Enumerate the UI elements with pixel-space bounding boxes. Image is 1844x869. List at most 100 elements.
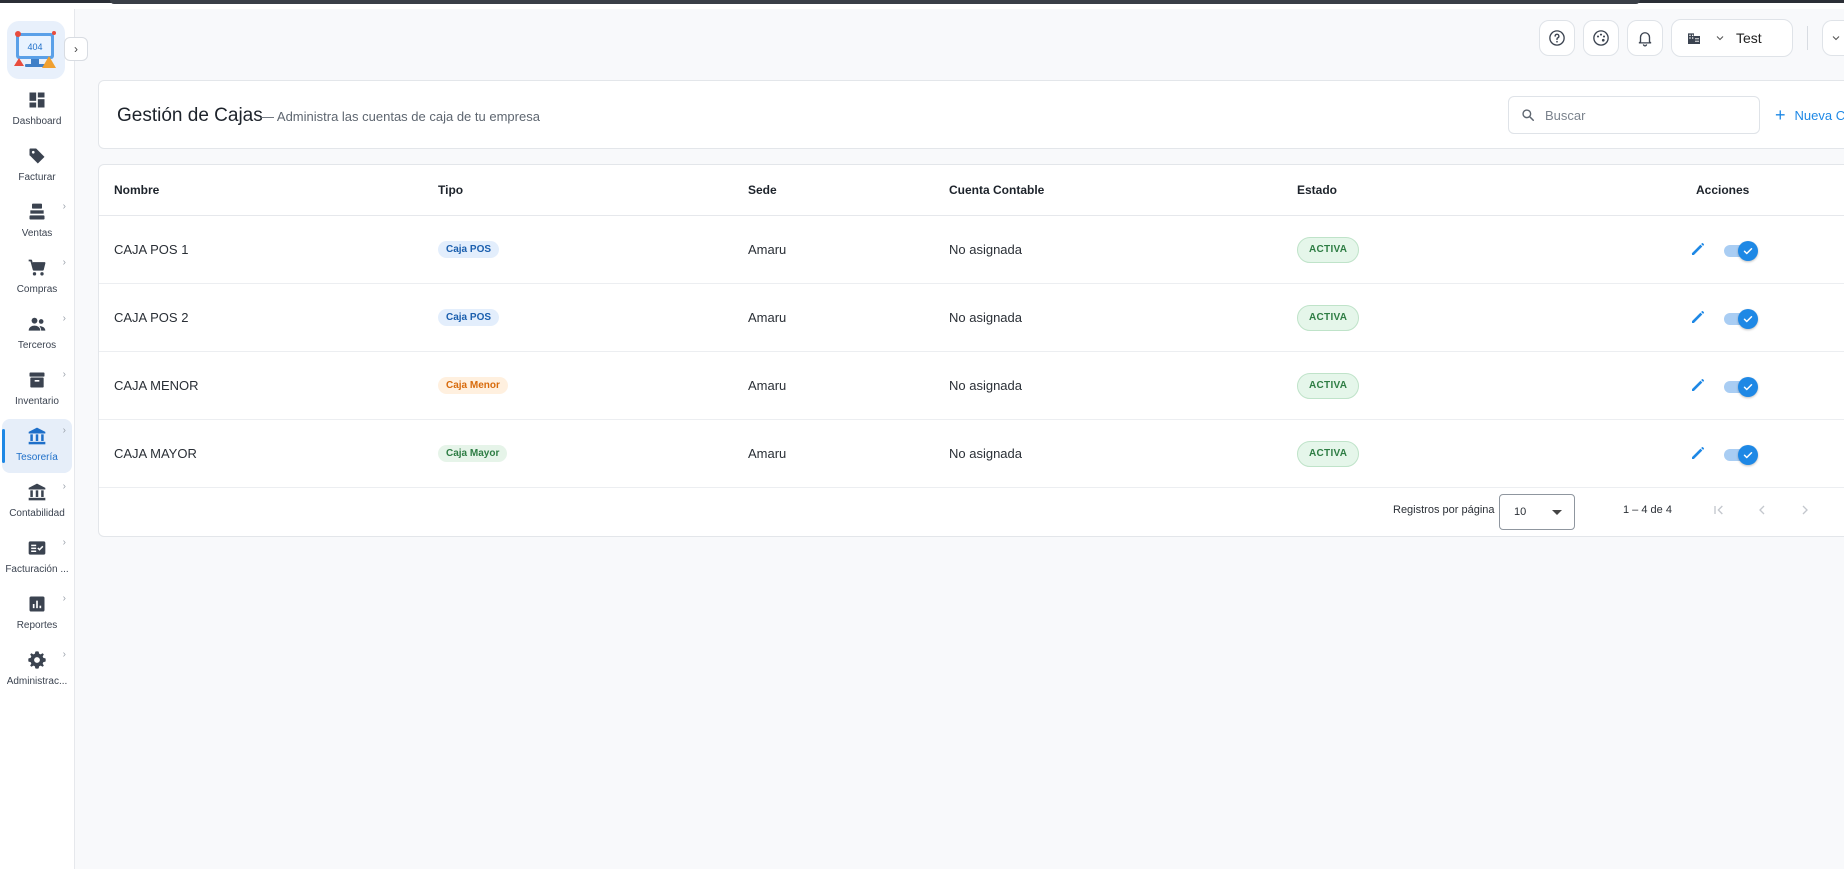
chevron-right-icon: › [62, 257, 66, 268]
sidebar-item-administrac[interactable]: Administrac... › [2, 643, 72, 697]
active-toggle[interactable] [1724, 240, 1758, 261]
bell-icon [1638, 32, 1652, 47]
browser-tab-bar [110, 0, 1640, 4]
sidebar-item-ventas[interactable]: Ventas › [2, 195, 72, 249]
sidebar-item-inventario[interactable]: Inventario › [2, 363, 72, 417]
header-actions: Test [1539, 18, 1844, 58]
chevron-right-icon: › [62, 537, 66, 548]
company-selector[interactable]: Test [1671, 19, 1793, 57]
pagination: Registros por página 10 1 – 4 de 4 [99, 486, 1844, 536]
theme-button[interactable] [1583, 20, 1619, 56]
active-toggle[interactable] [1724, 444, 1758, 465]
per-page-label: Registros por página [1393, 504, 1495, 516]
sidebar-collapse-button[interactable]: › [64, 37, 88, 61]
first-page-icon [1714, 505, 1723, 515]
sidebar-item-compras[interactable]: Compras › [2, 251, 72, 305]
archive-icon [26, 369, 48, 391]
edit-button[interactable] [1689, 308, 1707, 326]
next-page-button[interactable] [1795, 500, 1815, 520]
cell-cuenta-contable: No asignada [949, 310, 1022, 325]
cart-icon [26, 257, 48, 279]
sidebar-item-label: Facturación ... [5, 564, 69, 575]
pencil-icon [1692, 311, 1704, 323]
cell-sede: Amaru [748, 242, 787, 257]
palette-icon [1593, 30, 1609, 46]
app-logo[interactable]: 404 [7, 21, 65, 79]
cell-nombre: CAJA MENOR [114, 378, 199, 393]
header-divider [1807, 26, 1808, 50]
search-input[interactable] [1545, 107, 1745, 123]
column-header-sede: Sede [748, 183, 777, 197]
tipo-chip: Caja Mayor [438, 445, 508, 462]
edit-button[interactable] [1689, 376, 1707, 394]
search-box[interactable] [1508, 96, 1760, 134]
sidebar-item-terceros[interactable]: Terceros › [2, 307, 72, 361]
cell-cuenta-contable: No asignada [949, 378, 1022, 393]
per-page-select[interactable]: 10 [1499, 494, 1575, 530]
new-cash-register-button[interactable]: + Nueva C [1775, 99, 1844, 131]
toggle-knob [1738, 309, 1758, 329]
tipo-chip: Caja POS [438, 241, 500, 258]
previous-page-button[interactable] [1752, 500, 1772, 520]
sidebar-item-dashboard[interactable]: Dashboard [2, 83, 72, 137]
bank-icon [26, 481, 48, 503]
sidebar-item-reportes[interactable]: Reportes › [2, 587, 72, 641]
edit-button[interactable] [1689, 444, 1707, 462]
sidebar-item-label: Administrac... [6, 676, 68, 687]
cash-registers-table: Nombre Tipo Sede Cuenta Contable Estado … [98, 164, 1844, 537]
logo-monitor-icon: 404 [14, 31, 56, 68]
cell-sede: Amaru [748, 446, 787, 461]
pencil-icon [1692, 243, 1704, 255]
report-icon [26, 593, 48, 615]
cell-nombre: CAJA MAYOR [114, 446, 197, 461]
sidebar-item-label: Ventas [21, 228, 53, 239]
chevron-down-icon [1832, 36, 1840, 41]
sidebar-nav: Dashboard Facturar Ventas › Compras › Terceros… [0, 83, 75, 699]
cell-sede: Amaru [748, 378, 787, 393]
sidebar-item-label: Inventario [15, 396, 59, 407]
sidebar-item-facturación[interactable]: Facturación ... › [2, 531, 72, 585]
chevron-right-icon: › [62, 425, 66, 436]
column-header-estado: Estado [1297, 183, 1338, 197]
chevron-left-icon [1759, 505, 1765, 515]
check-icon [1743, 248, 1753, 255]
active-toggle[interactable] [1724, 308, 1758, 329]
cell-nombre: CAJA POS 2 [114, 310, 189, 325]
page-header-card: Gestión de Cajas — Administra las cuenta… [98, 80, 1844, 149]
chevron-right-icon: › [74, 42, 78, 56]
toggle-knob [1738, 377, 1758, 397]
first-page-button[interactable] [1709, 500, 1729, 520]
status-badge: ACTIVA [1297, 237, 1360, 263]
browser-top-strip [0, 0, 1844, 9]
check-icon [1743, 452, 1753, 459]
toggle-knob [1738, 445, 1758, 465]
page-title: Gestión de Cajas [117, 105, 263, 126]
table-row: CAJA POS 1 Caja POS Amaru No asignada ACTIVA [99, 216, 1844, 284]
notifications-button[interactable] [1627, 20, 1663, 56]
chevron-right-icon: › [62, 593, 66, 604]
table-row: CAJA MAYOR Caja Mayor Amaru No asignada ACTI… [99, 420, 1844, 488]
chevron-right-icon: › [62, 201, 66, 212]
sidebar-item-facturar[interactable]: Facturar [2, 139, 72, 193]
help-button[interactable] [1539, 20, 1575, 56]
pencil-icon [1692, 447, 1704, 459]
chevron-right-icon: › [62, 369, 66, 380]
active-toggle[interactable] [1724, 376, 1758, 397]
edit-button[interactable] [1689, 240, 1707, 258]
sidebar-item-label: Dashboard [12, 116, 62, 127]
table-row: CAJA MENOR Caja Menor Amaru No asignada ACTI… [99, 352, 1844, 420]
sidebar-item-contabilidad[interactable]: Contabilidad › [2, 475, 72, 529]
bank-icon [26, 425, 48, 447]
tipo-chip: Caja Menor [438, 377, 508, 394]
sidebar-item-tesorería[interactable]: Tesorería › [2, 419, 72, 473]
company-name: Test [1736, 30, 1762, 46]
table-row: CAJA POS 2 Caja POS Amaru No asignada ACTIVA [99, 284, 1844, 352]
column-header-tipo: Tipo [438, 183, 464, 197]
status-badge: ACTIVA [1297, 441, 1360, 467]
cell-cuenta-contable: No asignada [949, 242, 1022, 257]
column-header-acciones: Acciones [1696, 183, 1750, 197]
user-menu-button[interactable] [1822, 20, 1844, 56]
sidebar-item-label: Compras [16, 284, 58, 295]
tipo-chip: Caja POS [438, 309, 500, 326]
tag-icon [26, 145, 48, 167]
